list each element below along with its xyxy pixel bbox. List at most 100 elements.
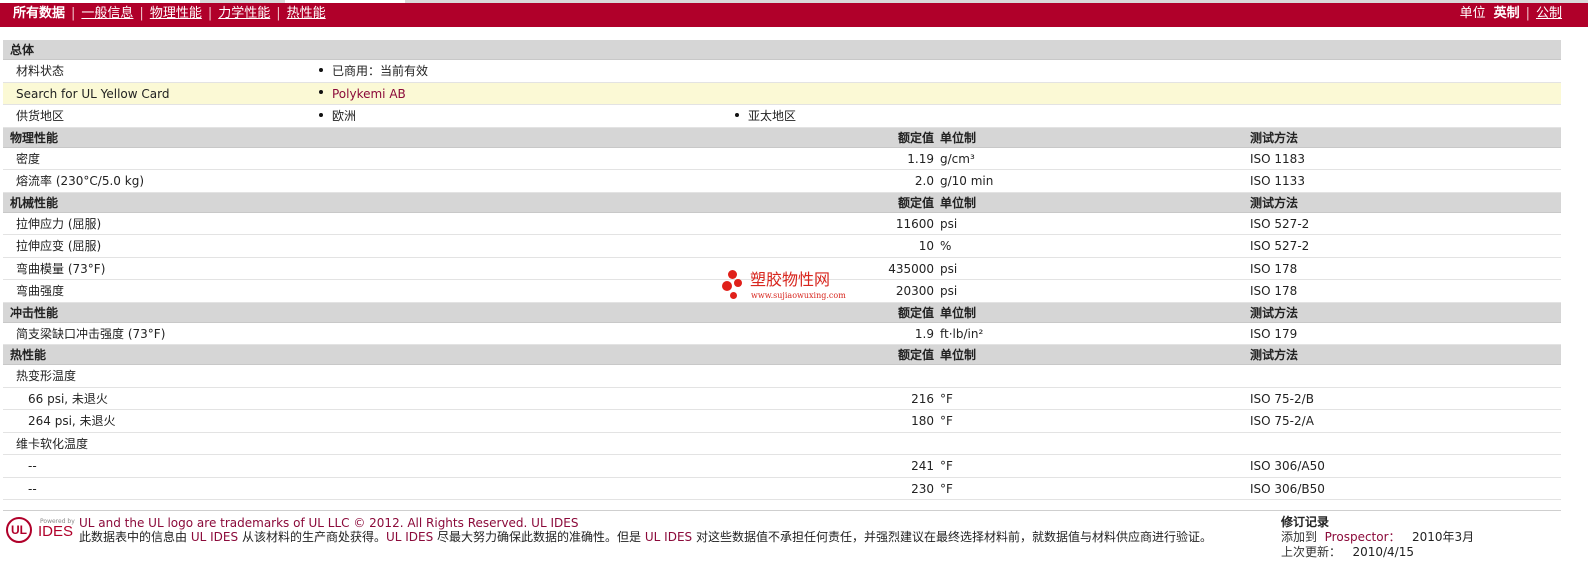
revision-updated: 上次更新： 2010/4/15 [1281,545,1414,559]
region-value: 欧洲 [319,105,356,127]
property-unit: % [940,239,952,253]
table-row: -- 230 °F ISO 306/B50 [3,478,1561,500]
property-value: 180 [911,414,934,428]
ul-ides-link[interactable]: UL IDES [386,530,433,544]
table-row: 密度 1.19 g/cm³ ISO 1183 [3,148,1561,170]
column-header-test: 测试方法 [1250,348,1299,362]
watermark-title: 塑胶物性网 [750,270,831,289]
table-row: 供货地区 欧洲 亚太地区 [3,105,1561,128]
property-value: 1.9 [914,326,934,341]
revision-history: 修订记录 添加到 Prospector： 2010年3月 上次更新： 2010/… [1281,515,1474,560]
column-header-value: 额定值 [897,195,934,210]
watermark-dot-icon [728,270,737,279]
revision-added: 添加到 Prospector： 2010年3月 [1281,530,1475,544]
property-value: 241 [911,459,934,473]
section-title: 机械性能 [10,195,59,210]
column-header-unit: 单位制 [940,348,977,362]
ul-ides-link[interactable]: UL IDES [191,530,238,544]
table-row: -- 241 °F ISO 306/A50 [3,455,1561,478]
table-row: 材料状态 已商用：当前有效 [3,60,1561,83]
unit-metric-link[interactable]: 公制 [1536,6,1562,21]
property-group-name: 热变形温度 [16,369,77,383]
table-row-group: 热变形温度 [3,365,1561,388]
site-watermark: 塑胶物性网 www.sujiaowuxing.com [720,268,860,308]
bullet-icon [735,112,739,117]
bullet-icon [319,112,323,117]
nav-general-info[interactable]: 一般信息 [81,6,133,21]
trademark-notice: UL and the UL logo are trademarks of UL … [79,516,579,530]
nav-thermal[interactable]: 热性能 [287,6,326,21]
section-header-physical: 物理性能 额定值 单位制 测试方法 [3,127,1561,148]
ul-logo-icon: UL [6,517,32,543]
property-unit: g/10 min [940,174,994,188]
test-method: ISO 75-2/B [1250,391,1314,406]
bullet-icon [319,90,323,94]
property-value: 已商用：当前有效 [319,60,428,82]
unit-label: 单位 [1459,6,1486,21]
property-value: 2.0 [914,174,934,188]
watermark-dot-icon [730,292,737,299]
property-name: 264 psi, 未退火 [28,414,116,428]
column-header-test: 测试方法 [1250,130,1299,145]
table-row: 66 psi, 未退火 216 °F ISO 75-2/B [3,388,1561,410]
logo-ides-text: IDES [38,523,74,540]
nav-physical[interactable]: 物理性能 [150,6,202,21]
watermark-dot-icon [734,279,742,287]
property-name: -- [28,481,37,496]
test-method: ISO 179 [1250,326,1298,341]
property-name: 熔流率 (230°C/5.0 kg) [16,174,144,188]
ul-ides-link[interactable]: UL IDES [645,530,692,544]
property-unit: °F [940,481,953,496]
region-value: 亚太地区 [735,105,796,127]
test-method: ISO 178 [1250,284,1298,298]
footer: UL Powered by IDES UL and the UL logo ar… [3,510,1561,570]
section-title: 物理性能 [10,130,59,145]
bullet-icon [319,67,323,72]
column-header-value: 额定值 [897,305,934,320]
column-header-unit: 单位制 [940,195,977,210]
property-value: 216 [911,391,934,406]
property-value: 10 [918,239,934,253]
property-name: -- [28,459,37,473]
property-unit: psi [940,284,958,298]
yellow-card-label: Search for UL Yellow Card [16,86,170,101]
section-header-general: 总体 [3,40,1561,60]
section-title: 热性能 [10,348,47,362]
property-value: 20300 [895,284,934,298]
property-name: 66 psi, 未退火 [28,391,108,406]
section-header-thermal: 热性能 额定值 单位制 测试方法 [3,345,1561,365]
property-unit: psi [940,261,958,276]
watermark-url: www.sujiaowuxing.com [751,291,846,300]
property-value: 230 [911,481,934,496]
nav-mechanical[interactable]: 力学性能 [218,6,270,21]
table-row-group: 维卡软化温度 [3,433,1561,455]
property-unit: g/cm³ [940,151,975,166]
property-unit: ft·lb/in² [940,326,984,341]
property-value: 1.19 [907,151,934,166]
property-unit: °F [940,391,953,406]
nav-all-data: 所有数据 [13,6,66,21]
section-title: 冲击性能 [10,305,59,320]
column-header-value: 额定值 [897,130,934,145]
column-header-value: 额定值 [897,348,934,362]
watermark-dot-icon [722,281,732,291]
test-method: ISO 527-2 [1250,239,1310,253]
property-group-name: 维卡软化温度 [16,436,89,451]
column-header-test: 测试方法 [1250,305,1299,320]
section-nav: 所有数据 | 一般信息 | 物理性能 | 力学性能 | 热性能 [13,6,326,21]
property-name: 供货地区 [16,109,65,123]
test-method: ISO 178 [1250,261,1298,276]
section-title: 总体 [10,43,35,57]
column-header-test: 测试方法 [1250,195,1299,210]
test-method: ISO 1133 [1250,174,1305,188]
table-row-highlight: Search for UL Yellow Card Polykemi AB [3,82,1561,105]
table-row: 拉伸应力 (屈服) 11600 psi ISO 527-2 [3,213,1561,235]
disclaimer: 此数据表中的信息由 UL IDES 从该材料的生产商处获得。UL IDES 尽最… [79,530,1212,544]
yellow-card-link[interactable]: Polykemi AB [319,83,406,105]
test-method: ISO 306/A50 [1250,459,1325,473]
property-name: 材料状态 [16,64,65,78]
ul-ides-logo: UL Powered by IDES [6,517,76,547]
property-value: 11600 [895,216,934,231]
property-unit: °F [940,459,953,473]
table-row: 拉伸应变 (屈服) 10 % ISO 527-2 [3,235,1561,258]
